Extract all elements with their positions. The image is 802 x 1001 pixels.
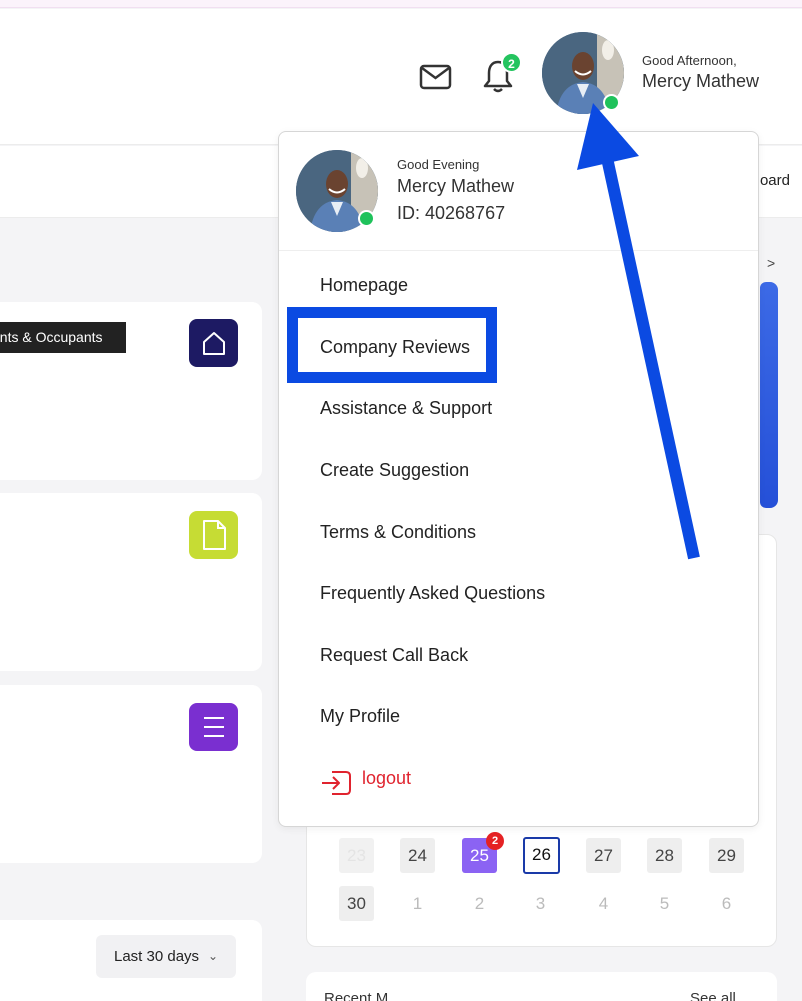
header-greeting: Good Afternoon,: [642, 53, 737, 68]
menu-item-my-profile[interactable]: My Profile: [320, 706, 400, 727]
calendar-day[interactable]: 4: [586, 886, 621, 921]
menu-item-create-suggestion[interactable]: Create Suggestion: [320, 460, 469, 481]
calendar-day[interactable]: 1: [400, 886, 435, 921]
calendar-event-badge: 2: [486, 832, 504, 850]
top-strip: [0, 0, 802, 8]
calendar-day[interactable]: 6: [709, 886, 744, 921]
logout-icon[interactable]: [320, 766, 352, 798]
calendar-day-today[interactable]: 26: [523, 837, 560, 874]
menu-item-faq[interactable]: Frequently Asked Questions: [320, 583, 545, 604]
dropdown-online-dot: [358, 210, 375, 227]
date-range-label: Last 30 days: [114, 948, 200, 965]
see-all-link[interactable]: See all: [690, 990, 736, 1001]
chevron-down-icon: ⌄: [207, 949, 218, 963]
menu-item-homepage[interactable]: Homepage: [320, 275, 408, 296]
document-icon: [202, 520, 226, 550]
calendar-day[interactable]: 29: [709, 838, 744, 873]
date-range-select[interactable]: Last 30 days ⌄: [96, 935, 236, 978]
menu-item-assistance-support[interactable]: Assistance & Support: [320, 398, 492, 419]
document-tile: [189, 511, 238, 559]
calendar-day[interactable]: 30: [339, 886, 374, 921]
calendar-day[interactable]: 5: [647, 886, 682, 921]
tooltip: ants & Occupants: [0, 322, 126, 353]
notification-badge: 2: [501, 52, 522, 73]
promo-banner[interactable]: [760, 282, 778, 508]
calendar-day[interactable]: 28: [647, 838, 682, 873]
menu-item-logout[interactable]: logout: [362, 768, 411, 789]
menu-item-terms-conditions[interactable]: Terms & Conditions: [320, 522, 476, 543]
menu-item-request-call-back[interactable]: Request Call Back: [320, 645, 468, 666]
dropdown-user-name: Mercy Mathew: [397, 176, 515, 196]
calendar-day[interactable]: 3: [523, 886, 558, 921]
recent-title: Recent M: [324, 990, 389, 1001]
header-user-name[interactable]: Mercy Mathew: [642, 71, 759, 92]
chevron-right-icon[interactable]: >: [767, 255, 775, 271]
list-icon: [203, 717, 224, 737]
calendar-day[interactable]: 24: [400, 838, 435, 873]
calendar-day[interactable]: 27: [586, 838, 621, 873]
mail-icon[interactable]: [419, 63, 452, 91]
calendar-day[interactable]: 2: [462, 886, 497, 921]
dashboard-link[interactable]: oard: [760, 172, 790, 189]
home-tile: [189, 319, 238, 367]
online-status-dot: [603, 94, 620, 111]
dropdown-divider: [279, 250, 758, 251]
dropdown-user-id: ID: 40268767: [397, 203, 506, 223]
calendar-day[interactable]: 23: [339, 838, 374, 873]
home-icon: [202, 332, 225, 355]
tooltip-text: ants & Occupants: [0, 329, 103, 345]
dropdown-greeting: Good Evening: [397, 157, 480, 172]
annotation-highlight-box: [287, 307, 497, 383]
list-tile: [189, 703, 238, 751]
